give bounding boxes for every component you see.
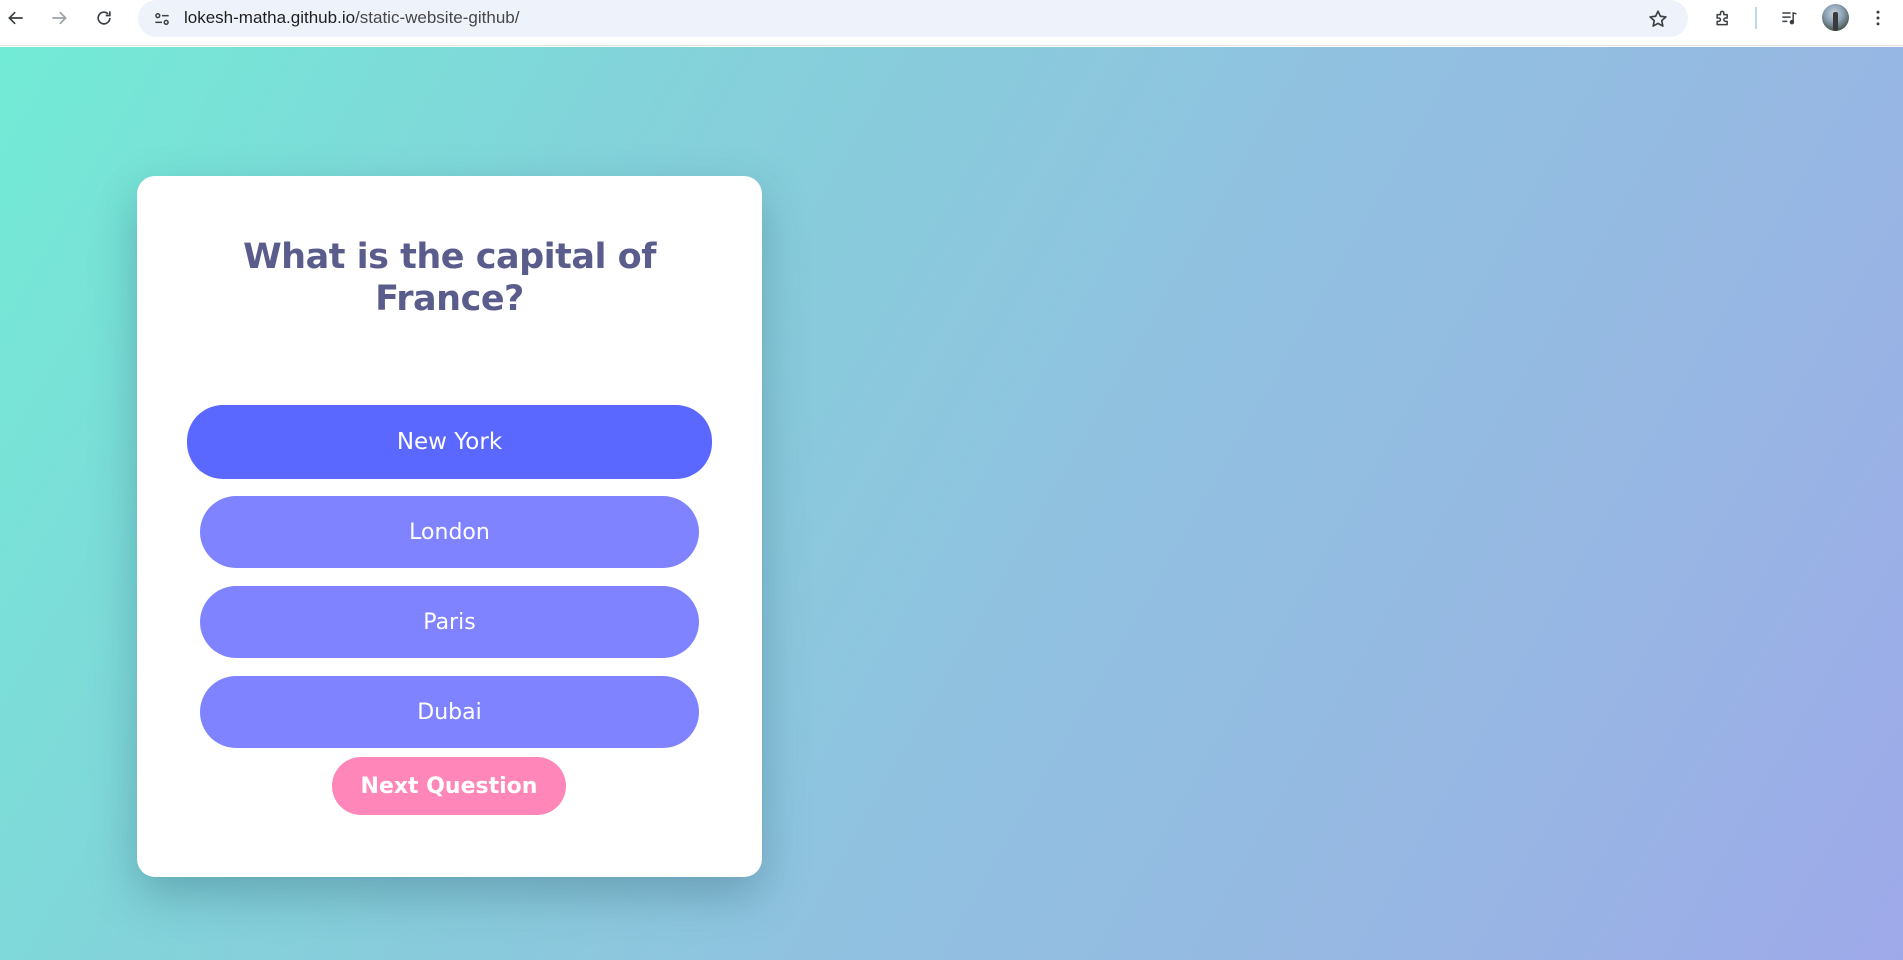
page-background: What is the capital of France? New York … bbox=[0, 47, 1903, 960]
answer-button-paris[interactable]: Paris bbox=[200, 586, 699, 658]
answer-button-dubai[interactable]: Dubai bbox=[200, 676, 699, 748]
url-path: /static-website-github/ bbox=[355, 8, 520, 27]
quiz-card: What is the capital of France? New York … bbox=[137, 176, 762, 877]
url-text[interactable]: lokesh-matha.github.io/static-website-gi… bbox=[184, 8, 519, 28]
avatar[interactable] bbox=[1822, 4, 1849, 31]
back-icon[interactable] bbox=[0, 2, 32, 34]
site-info-icon[interactable] bbox=[146, 3, 178, 35]
answer-button-london[interactable]: London bbox=[200, 496, 699, 568]
next-question-button[interactable]: Next Question bbox=[332, 757, 566, 815]
media-icon[interactable] bbox=[1773, 2, 1805, 34]
menu-icon[interactable] bbox=[1862, 2, 1894, 34]
address-bar[interactable]: lokesh-matha.github.io/static-website-gi… bbox=[138, 0, 1688, 37]
toolbar-divider bbox=[1755, 7, 1757, 29]
reload-icon[interactable] bbox=[88, 2, 120, 34]
url-host: lokesh-matha.github.io bbox=[184, 8, 356, 27]
question-text: What is the capital of France? bbox=[243, 237, 656, 319]
extensions-icon[interactable] bbox=[1707, 2, 1739, 34]
star-icon[interactable] bbox=[1642, 3, 1674, 35]
forward-icon[interactable] bbox=[43, 2, 75, 34]
answer-button-new-york[interactable]: New York bbox=[187, 405, 712, 479]
browser-toolbar: lokesh-matha.github.io/static-website-gi… bbox=[0, 0, 1903, 46]
